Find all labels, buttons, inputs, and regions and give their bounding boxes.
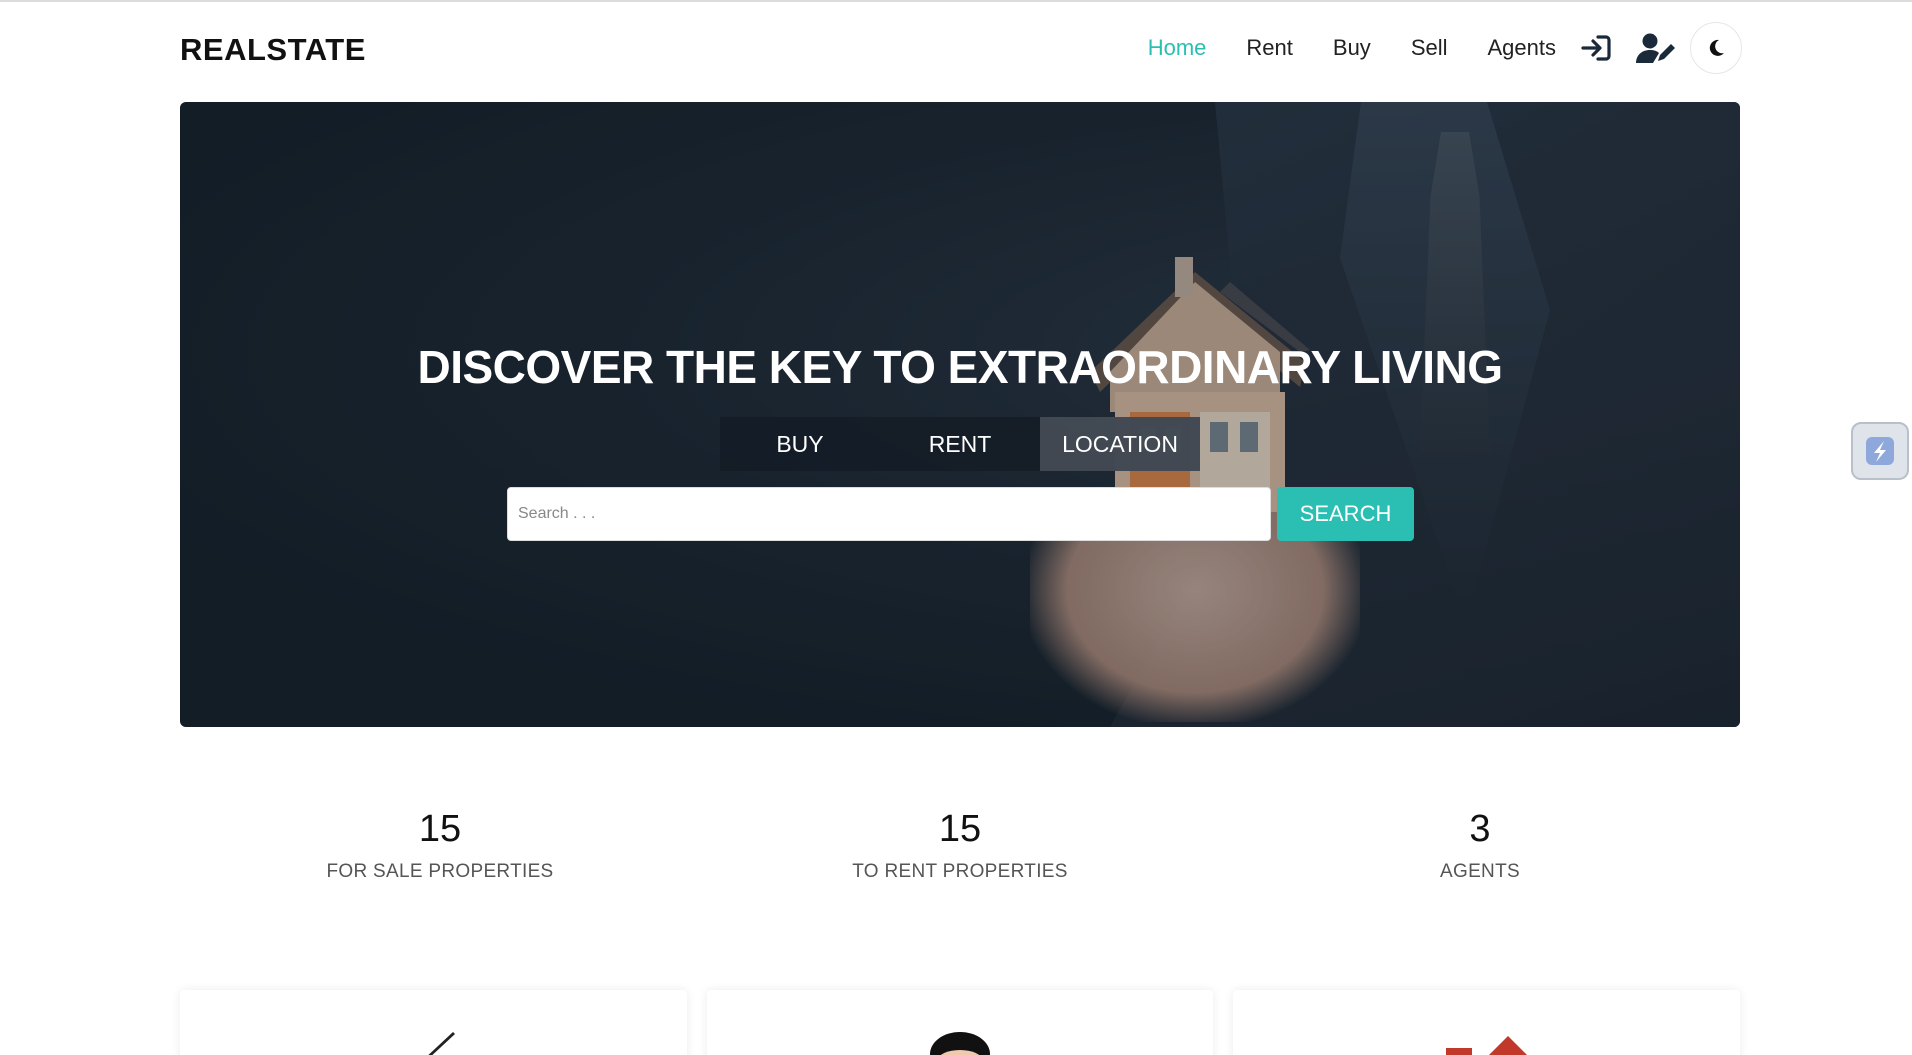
lightning-icon: [1866, 437, 1894, 465]
nav-home[interactable]: Home: [1148, 35, 1207, 61]
search-row: SEARCH: [507, 487, 1414, 541]
stat-for-sale: 15 FOR SALE PROPERTIES: [180, 808, 700, 883]
search-button[interactable]: SEARCH: [1277, 487, 1414, 541]
stat-value: 3: [1469, 808, 1491, 850]
side-widget-button[interactable]: [1851, 422, 1909, 480]
site-header: REALSTATE Home Rent Buy Sell Agents: [0, 2, 1912, 98]
stat-to-rent: 15 TO RENT PROPERTIES: [700, 808, 1220, 883]
feature-card-sell[interactable]: [1233, 990, 1741, 1055]
feature-card-buy[interactable]: [180, 990, 687, 1055]
stats-section: 15 FOR SALE PROPERTIES 15 TO RENT PROPER…: [180, 808, 1740, 883]
hero-overlay: [180, 102, 1740, 727]
house-roof-illustration: [1445, 1036, 1527, 1055]
hero-title: DISCOVER THE KEY TO EXTRAORDINARY LIVING: [417, 341, 1503, 393]
stat-label: AGENTS: [1440, 861, 1520, 882]
brand-logo[interactable]: REALSTATE: [180, 32, 366, 68]
nav-sell[interactable]: Sell: [1411, 35, 1448, 61]
nav-buy[interactable]: Buy: [1333, 35, 1371, 61]
nav-agents[interactable]: Agents: [1488, 35, 1557, 61]
register-button[interactable]: [1636, 32, 1676, 64]
feature-cards: [180, 990, 1741, 1055]
tab-rent[interactable]: RENT: [880, 417, 1040, 471]
moon-icon: [1709, 39, 1724, 56]
feature-card-rent[interactable]: [706, 990, 1214, 1055]
stat-agents: 3 AGENTS: [1220, 808, 1740, 883]
sign-in-icon: [1581, 35, 1611, 61]
main-nav: Home Rent Buy Sell Agents: [1108, 22, 1742, 74]
stat-label: TO RENT PROPERTIES: [852, 861, 1068, 882]
stat-value: 15: [938, 808, 982, 850]
theme-toggle-button[interactable]: [1690, 22, 1742, 74]
tab-location[interactable]: LOCATION: [1040, 417, 1200, 471]
tab-buy[interactable]: BUY: [720, 417, 880, 471]
login-button[interactable]: [1580, 34, 1612, 62]
pen-illustration: [428, 1032, 456, 1055]
search-input[interactable]: [507, 487, 1271, 541]
search-tabs: BUY RENT LOCATION: [720, 417, 1200, 471]
nav-rent[interactable]: Rent: [1246, 35, 1292, 61]
agent-illustration: [930, 1032, 990, 1055]
stat-label: FOR SALE PROPERTIES: [326, 861, 554, 882]
stat-value: 15: [418, 808, 462, 850]
hero-banner: DISCOVER THE KEY TO EXTRAORDINARY LIVING…: [180, 102, 1740, 727]
user-edit-icon: [1636, 33, 1675, 63]
